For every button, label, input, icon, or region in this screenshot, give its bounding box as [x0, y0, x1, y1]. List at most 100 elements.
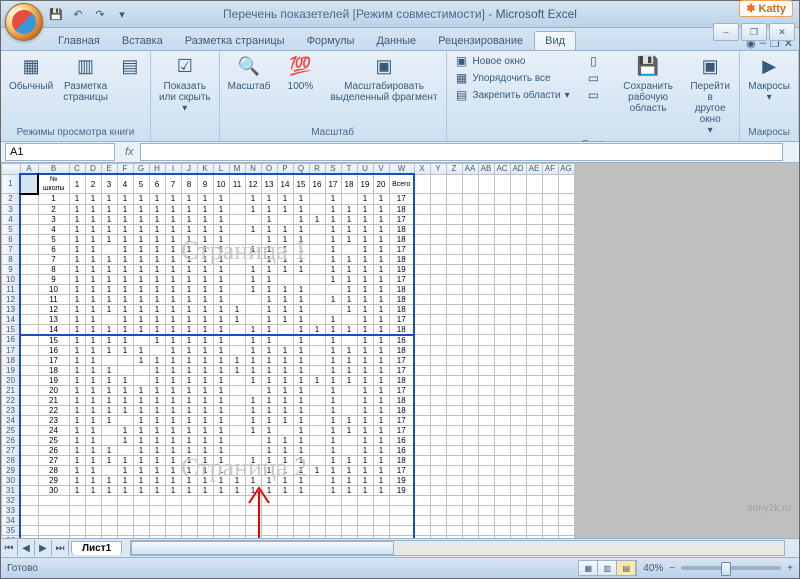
sheet-tab-1[interactable]: Лист1	[71, 541, 122, 555]
col-header[interactable]: E	[101, 164, 117, 175]
row-header[interactable]: 11	[2, 284, 21, 294]
row-header[interactable]: 24	[2, 415, 21, 425]
row-header[interactable]: 15	[2, 324, 21, 335]
office-button[interactable]	[5, 3, 43, 41]
row-header[interactable]: 3	[2, 204, 21, 214]
col-header[interactable]: T	[341, 164, 357, 175]
undo-icon[interactable]: ↶	[69, 5, 87, 23]
freeze-panes-button[interactable]: ▤Закрепить области ▾	[451, 87, 574, 103]
col-header[interactable]: C	[69, 164, 85, 175]
row-header[interactable]: 28	[2, 455, 21, 465]
col-header[interactable]: Z	[446, 164, 462, 175]
row-header[interactable]: 22	[2, 395, 21, 405]
col-header[interactable]: P	[277, 164, 293, 175]
select-all-corner[interactable]	[2, 164, 21, 175]
col-header[interactable]: AD	[510, 164, 526, 175]
zoom-button[interactable]: 🔍Масштаб	[224, 53, 275, 94]
page-break-preview-button[interactable]: ▤	[114, 53, 146, 83]
col-header[interactable]: A	[20, 164, 38, 175]
hide-button[interactable]: ▭	[582, 70, 604, 86]
next-sheet-button[interactable]: ▶	[35, 540, 52, 556]
unhide-button[interactable]: ▭	[582, 87, 604, 103]
row-header[interactable]: 10	[2, 274, 21, 284]
tab-insert[interactable]: Вставка	[111, 31, 174, 50]
page-layout-view-icon[interactable]: ▥	[598, 561, 617, 575]
zoom-in-button[interactable]: +	[787, 563, 793, 574]
scroll-thumb[interactable]	[131, 541, 394, 555]
show-hide-button[interactable]: ☑Показать или скрыть▾	[155, 53, 215, 116]
row-header[interactable]: 5	[2, 224, 21, 234]
zoom-selection-button[interactable]: ▣Масштабировать выделенный фрагмент	[326, 53, 441, 105]
row-header[interactable]: 26	[2, 435, 21, 445]
switch-windows-button[interactable]: ▣Перейти в другое окно▾	[685, 53, 735, 138]
normal-view-icon[interactable]: ▦	[579, 561, 598, 575]
qat-dropdown-icon[interactable]: ▾	[113, 5, 131, 23]
cell[interactable]	[20, 174, 38, 194]
col-header[interactable]: J	[181, 164, 197, 175]
row-header[interactable]: 19	[2, 365, 21, 375]
col-header[interactable]: AC	[494, 164, 510, 175]
tab-view[interactable]: Вид	[534, 31, 576, 50]
row-header[interactable]: 31	[2, 485, 21, 495]
prev-sheet-button[interactable]: ◀	[18, 540, 35, 556]
col-header[interactable]: H	[149, 164, 165, 175]
tab-data[interactable]: Данные	[365, 31, 427, 50]
name-box[interactable]: A1	[5, 143, 115, 161]
horizontal-scrollbar[interactable]	[130, 540, 785, 556]
row-header[interactable]: 25	[2, 425, 21, 435]
doc-minimize-button[interactable]: –	[713, 23, 739, 41]
row-header[interactable]: 34	[2, 515, 21, 525]
save-icon[interactable]: 💾	[47, 5, 65, 23]
last-sheet-button[interactable]: ⏭	[52, 540, 69, 556]
tab-page-layout[interactable]: Разметка страницы	[174, 31, 296, 50]
col-header[interactable]: O	[261, 164, 277, 175]
doc-restore-button[interactable]: ❐	[741, 23, 767, 41]
row-header[interactable]: 4	[2, 214, 21, 224]
zoom-slider[interactable]	[681, 566, 781, 570]
arrange-all-button[interactable]: ▦Упорядочить все	[451, 70, 574, 86]
row-header[interactable]: 27	[2, 445, 21, 455]
page-break-view-icon[interactable]: ▤	[617, 561, 636, 575]
row-header[interactable]: 18	[2, 355, 21, 365]
fx-icon[interactable]: fx	[119, 146, 140, 158]
col-header[interactable]: AF	[542, 164, 558, 175]
save-workspace-button[interactable]: 💾Сохранить рабочую область	[613, 53, 683, 116]
col-header[interactable]: W	[389, 164, 414, 175]
row-header[interactable]: 9	[2, 264, 21, 274]
macros-button[interactable]: ▶Макросы▾	[744, 53, 794, 105]
spreadsheet-grid[interactable]: ABCDEFGHIJKLMNOPQRSTUVWXYZAAABACADAEAFAG…	[1, 163, 575, 538]
row-header[interactable]: 2	[2, 194, 21, 205]
col-header[interactable]: Q	[293, 164, 309, 175]
col-header[interactable]: AG	[558, 164, 574, 175]
col-header[interactable]: V	[373, 164, 389, 175]
row-header[interactable]: 1	[2, 174, 21, 194]
col-header[interactable]: S	[325, 164, 341, 175]
col-header[interactable]: K	[197, 164, 213, 175]
row-header[interactable]: 6	[2, 234, 21, 244]
row-header[interactable]: 14	[2, 314, 21, 324]
row-header[interactable]: 21	[2, 385, 21, 395]
row-header[interactable]: 36	[2, 535, 21, 538]
doc-close-button[interactable]: ✕	[769, 23, 795, 41]
col-header[interactable]: R	[309, 164, 325, 175]
zoom-slider-thumb[interactable]	[721, 562, 731, 576]
col-header[interactable]: AE	[526, 164, 542, 175]
col-header[interactable]: AA	[462, 164, 478, 175]
row-header[interactable]: 23	[2, 405, 21, 415]
col-header[interactable]: U	[357, 164, 373, 175]
col-header[interactable]: I	[165, 164, 181, 175]
col-header[interactable]: M	[229, 164, 245, 175]
tab-review[interactable]: Рецензирование	[427, 31, 534, 50]
col-header[interactable]: AB	[478, 164, 494, 175]
row-header[interactable]: 33	[2, 505, 21, 515]
row-header[interactable]: 29	[2, 465, 21, 475]
worksheet-area[interactable]: ABCDEFGHIJKLMNOPQRSTUVWXYZAAABACADAEAFAG…	[1, 163, 799, 538]
zoom-100-button[interactable]: 💯100%	[276, 53, 324, 94]
col-header[interactable]: F	[117, 164, 133, 175]
col-header[interactable]: X	[414, 164, 430, 175]
col-header[interactable]: Y	[430, 164, 446, 175]
row-header[interactable]: 13	[2, 304, 21, 314]
row-header[interactable]: 7	[2, 244, 21, 254]
formula-input[interactable]	[140, 143, 783, 161]
zoom-out-button[interactable]: −	[669, 563, 675, 574]
